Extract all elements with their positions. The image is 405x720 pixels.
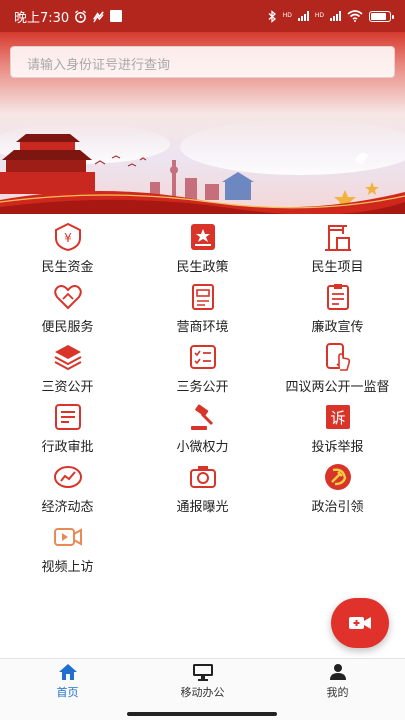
menu-item-3[interactable]: 民生项目 — [270, 222, 405, 282]
mobile-touch-icon — [322, 342, 354, 372]
menu-label-9: 四议两公开一监督 — [285, 380, 390, 395]
user-icon — [329, 664, 346, 680]
hammer-sickle-icon — [322, 462, 354, 492]
menu-label-15: 政治引领 — [311, 500, 364, 515]
menu-item-7[interactable]: 三资公开 — [0, 342, 135, 402]
menu-label-12: 投诉举报 — [311, 440, 364, 455]
menu-label-10: 行政审批 — [41, 440, 94, 455]
signal-icon-2 — [330, 11, 341, 21]
menu-label-14: 通报曝光 — [176, 500, 229, 515]
tab-home-label: 首页 — [56, 686, 79, 699]
menu-label-6: 廉政宣传 — [311, 320, 364, 335]
construction-crane-icon — [322, 222, 354, 252]
menu-item-8[interactable]: 三务公开 — [135, 342, 270, 402]
menu-item-5[interactable]: 营商环境 — [135, 282, 270, 342]
menu-label-7: 三资公开 — [41, 380, 94, 395]
battery-icon — [369, 10, 394, 22]
service-grid: ¥ 民生资金 民生政策 民生项目 便民服务 营商环境 廉政宣传 三资公开 三务公… — [0, 222, 405, 582]
video-call-fab[interactable] — [331, 598, 389, 648]
gavel-icon — [187, 402, 219, 432]
menu-label-1: 民生资金 — [41, 260, 94, 275]
menu-item-2[interactable]: 民生政策 — [135, 222, 270, 282]
id-search-input[interactable]: 请输入身份证号进行查询 — [10, 46, 395, 78]
menu-item-13[interactable]: 经济动态 — [0, 462, 135, 522]
notification-square-icon — [110, 10, 123, 22]
menu-item-11[interactable]: 小微权力 — [135, 402, 270, 462]
layers-icon — [52, 342, 84, 372]
menu-item-4[interactable]: 便民服务 — [0, 282, 135, 342]
tab-me-label: 我的 — [326, 686, 349, 699]
menu-label-5: 营商环境 — [176, 320, 229, 335]
menu-item-15[interactable]: 政治引领 — [270, 462, 405, 522]
camera-icon — [187, 462, 219, 492]
menu-label-13: 经济动态 — [41, 500, 94, 515]
business-document-icon — [187, 282, 219, 312]
home-icon — [58, 664, 77, 680]
menu-item-16[interactable]: 视频上访 — [0, 522, 135, 582]
menu-label-8: 三务公开 — [176, 380, 229, 395]
menu-label-4: 便民服务 — [41, 320, 94, 335]
network-label-1: HD — [282, 12, 292, 19]
monitor-icon — [192, 664, 213, 681]
menu-item-1[interactable]: ¥ 民生资金 — [0, 222, 135, 282]
money-shield-icon: ¥ — [52, 222, 84, 252]
home-indicator[interactable] — [127, 712, 277, 716]
clipboard-icon — [322, 282, 354, 312]
menu-item-6[interactable]: 廉政宣传 — [270, 282, 405, 342]
status-time: 晚上7:30 — [14, 10, 70, 26]
economy-trend-icon — [52, 462, 84, 492]
bottom-tab-bar: 首页 移动办公 我的 — [0, 658, 405, 704]
policy-document-icon — [187, 222, 219, 252]
status-bar: 晚上7:30 HD HD — [0, 0, 405, 32]
video-play-icon — [52, 522, 84, 552]
alarm-icon — [75, 9, 87, 23]
network-label-2: HD — [314, 12, 324, 19]
heart-hands-icon — [52, 282, 84, 312]
complaint-icon: 诉 — [322, 402, 354, 432]
svg-text:诉: 诉 — [330, 409, 345, 427]
menu-label-11: 小微权力 — [176, 440, 229, 455]
tab-me[interactable]: 我的 — [270, 659, 405, 704]
svg-text:¥: ¥ — [64, 231, 72, 245]
checklist-icon — [187, 342, 219, 372]
tab-mobile-office[interactable]: 移动办公 — [135, 659, 270, 704]
menu-label-2: 民生政策 — [176, 260, 229, 275]
signal-icon-1 — [297, 11, 309, 21]
hero-banner: 请输入身份证号进行查询 — [0, 32, 405, 214]
menu-item-10[interactable]: 行政审批 — [0, 402, 135, 462]
tab-mobile-office-label: 移动办公 — [180, 686, 225, 699]
data-saver-icon — [93, 10, 104, 22]
video-camera-icon — [349, 617, 371, 629]
search-placeholder: 请输入身份证号进行查询 — [27, 58, 171, 73]
bluetooth-icon — [268, 9, 276, 23]
menu-label-16: 视频上访 — [41, 560, 94, 575]
menu-item-12[interactable]: 诉 投诉举报 — [270, 402, 405, 462]
approval-list-icon — [52, 402, 84, 432]
menu-label-3: 民生项目 — [311, 260, 364, 275]
menu-item-14[interactable]: 通报曝光 — [135, 462, 270, 522]
menu-item-9[interactable]: 四议两公开一监督 — [270, 342, 405, 402]
tab-home[interactable]: 首页 — [0, 659, 135, 704]
wifi-icon — [347, 10, 363, 22]
